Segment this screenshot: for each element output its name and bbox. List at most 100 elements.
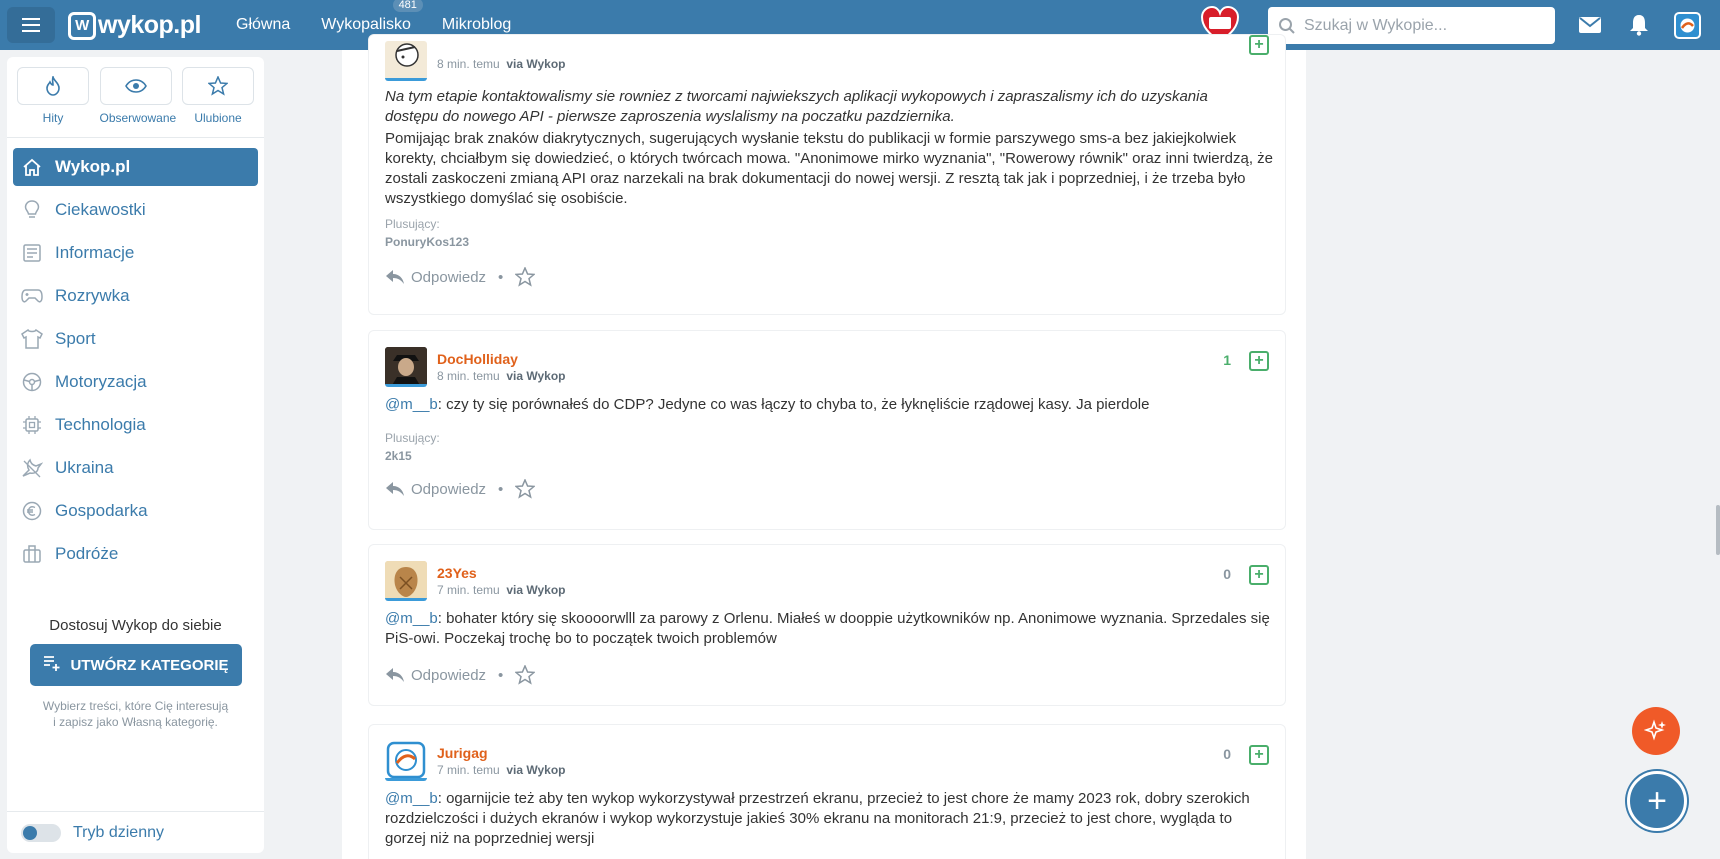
upvote-button[interactable]: + (1249, 35, 1269, 55)
create-category-label: UTWÓRZ KATEGORIĘ (70, 656, 229, 674)
sidebar-item-label: Technologia (55, 414, 146, 434)
avatar[interactable] (385, 561, 427, 601)
star-icon (208, 76, 228, 96)
sidebar: Hity Obserwowane Ulubione Wykop.pl Cieka… (7, 57, 264, 853)
quick-ulubione[interactable]: Ulubione (182, 67, 254, 125)
comment-author[interactable]: DocHolliday (437, 351, 518, 367)
comment: DocHolliday 8 min. temu via Wykop 1 + @m… (368, 330, 1286, 530)
star-icon[interactable] (515, 479, 536, 499)
wykopalisko-count-badge: 481 (392, 0, 423, 12)
home-icon (21, 156, 43, 178)
star-icon[interactable] (515, 267, 536, 287)
user-mention[interactable]: @m__b (385, 790, 438, 807)
comment-meta: 7 min. temu via Wykop (437, 583, 566, 597)
avatar[interactable] (385, 347, 427, 387)
nav-mikroblog[interactable]: Mikroblog (442, 16, 511, 34)
comment-text: Pomijając brak znaków diakrytycznych, su… (385, 130, 1274, 207)
quick-obserwowane-box (99, 67, 172, 105)
bell-icon (1630, 15, 1648, 36)
customize-title: Dostosuj Wykop do siebie (49, 617, 222, 634)
sidebar-item-ciekawostki[interactable]: Ciekawostki (13, 188, 258, 231)
comment-author[interactable]: Jurigag (437, 745, 488, 761)
reply-button[interactable]: Odpowiedz (411, 667, 486, 684)
quick-ulubione-label: Ulubione (194, 111, 242, 125)
separator-dot: • (498, 480, 504, 498)
comment-via: via Wykop (506, 57, 566, 71)
search-input[interactable] (1304, 16, 1544, 35)
sidebar-item-label: Ukraina (55, 457, 114, 477)
menu-button[interactable] (7, 7, 55, 43)
upvote-button[interactable]: + (1249, 351, 1269, 371)
nav-wykopalisko[interactable]: Wykopalisko 481 (321, 0, 423, 34)
customize-section: Dostosuj Wykop do siebie UTWÓRZ KATEGORI… (7, 617, 264, 730)
category-list: Wykop.pl Ciekawostki Informacje Rozrywka… (7, 148, 264, 575)
comment-time[interactable]: 7 min. temu (437, 583, 500, 597)
comment-actions: Odpowiedz • (385, 665, 536, 685)
reply-button[interactable]: Odpowiedz (411, 481, 486, 498)
comment-body: : ogarnijcie też aby ten wykop wykorzyst… (385, 790, 1250, 847)
sidebar-item-wykop[interactable]: Wykop.pl (13, 148, 258, 186)
comment-meta: 7 min. temu via Wykop (437, 763, 566, 777)
sidebar-item-label: Informacje (55, 242, 135, 262)
ai-assistant-button[interactable] (1632, 707, 1680, 755)
user-mention[interactable]: @m__b (385, 610, 438, 627)
sparkle-icon (1644, 719, 1666, 741)
comment-time[interactable]: 8 min. temu (437, 369, 500, 383)
nav-glowna[interactable]: Główna (236, 16, 290, 34)
user-mention[interactable]: @m__b (385, 396, 438, 413)
messages-button[interactable] (1577, 12, 1603, 38)
quick-hity[interactable]: Hity (17, 67, 89, 125)
reply-button[interactable]: Odpowiedz (411, 269, 486, 286)
logo[interactable]: W wykop.pl (68, 11, 201, 40)
avatar[interactable] (385, 41, 427, 81)
quick-obserwowane[interactable]: Obserwowane (99, 67, 176, 125)
sidebar-item-motoryzacja[interactable]: Motoryzacja (13, 360, 258, 403)
star-icon[interactable] (515, 665, 536, 685)
avatar[interactable] (385, 741, 427, 781)
quick-links: Hity Obserwowane Ulubione (7, 57, 264, 125)
sidebar-item-rozrywka[interactable]: Rozrywka (13, 274, 258, 317)
gamepad-icon (21, 285, 43, 307)
search-box[interactable] (1268, 7, 1555, 44)
sidebar-item-podroze[interactable]: Podróże (13, 532, 258, 575)
sidebar-item-label: Podróże (55, 543, 119, 563)
notifications-button[interactable] (1626, 12, 1652, 38)
sidebar-item-label: Gospodarka (55, 500, 148, 520)
envelope-icon (1579, 17, 1601, 33)
wykop-logo-icon: W (68, 11, 96, 40)
sidebar-item-informacje[interactable]: Informacje (13, 231, 258, 274)
sidebar-item-sport[interactable]: Sport (13, 317, 258, 360)
add-list-icon (42, 654, 60, 676)
comment-time[interactable]: 8 min. temu (437, 57, 500, 71)
comment-via: via Wykop (506, 583, 566, 597)
reply-icon (386, 270, 404, 284)
day-mode-toggle-row[interactable]: Tryb dzienny (7, 811, 264, 853)
quick-hity-box (17, 67, 89, 105)
search-icon (1279, 17, 1295, 34)
vote-count: 1 (1223, 352, 1231, 368)
sidebar-item-label: Ciekawostki (55, 199, 146, 219)
upvote-button[interactable]: + (1249, 565, 1269, 585)
sidebar-item-technologia[interactable]: Technologia (13, 403, 258, 446)
vote-count: 0 (1223, 566, 1231, 582)
user-avatar[interactable] (1674, 12, 1701, 39)
comment-author[interactable]: 23Yes (437, 565, 477, 581)
sidebar-item-label: Rozrywka (55, 285, 130, 305)
comment-via: via Wykop (506, 763, 566, 777)
day-mode-toggle[interactable] (21, 823, 61, 842)
eye-icon (124, 79, 147, 93)
sidebar-item-ukraina[interactable]: Ukraina (13, 446, 258, 489)
plusers-list[interactable]: 2k15 (385, 449, 412, 463)
sidebar-item-gospodarka[interactable]: Gospodarka (13, 489, 258, 532)
nav-wykopalisko-label: Wykopalisko (321, 16, 411, 33)
comment-time[interactable]: 7 min. temu (437, 763, 500, 777)
comment: 23Yes 7 min. temu via Wykop 0 + @m__b: b… (368, 544, 1286, 706)
create-category-button[interactable]: UTWÓRZ KATEGORIĘ (29, 644, 242, 686)
upvote-button[interactable]: + (1249, 745, 1269, 765)
comment: 8 min. temu via Wykop Na tym etapie kont… (368, 34, 1286, 315)
suitcase-icon (21, 543, 43, 565)
chip-icon (21, 414, 43, 436)
plusers-list[interactable]: PonuryKos123 (385, 235, 469, 249)
add-content-button[interactable]: + (1627, 771, 1687, 831)
scrollbar[interactable] (1716, 505, 1720, 555)
